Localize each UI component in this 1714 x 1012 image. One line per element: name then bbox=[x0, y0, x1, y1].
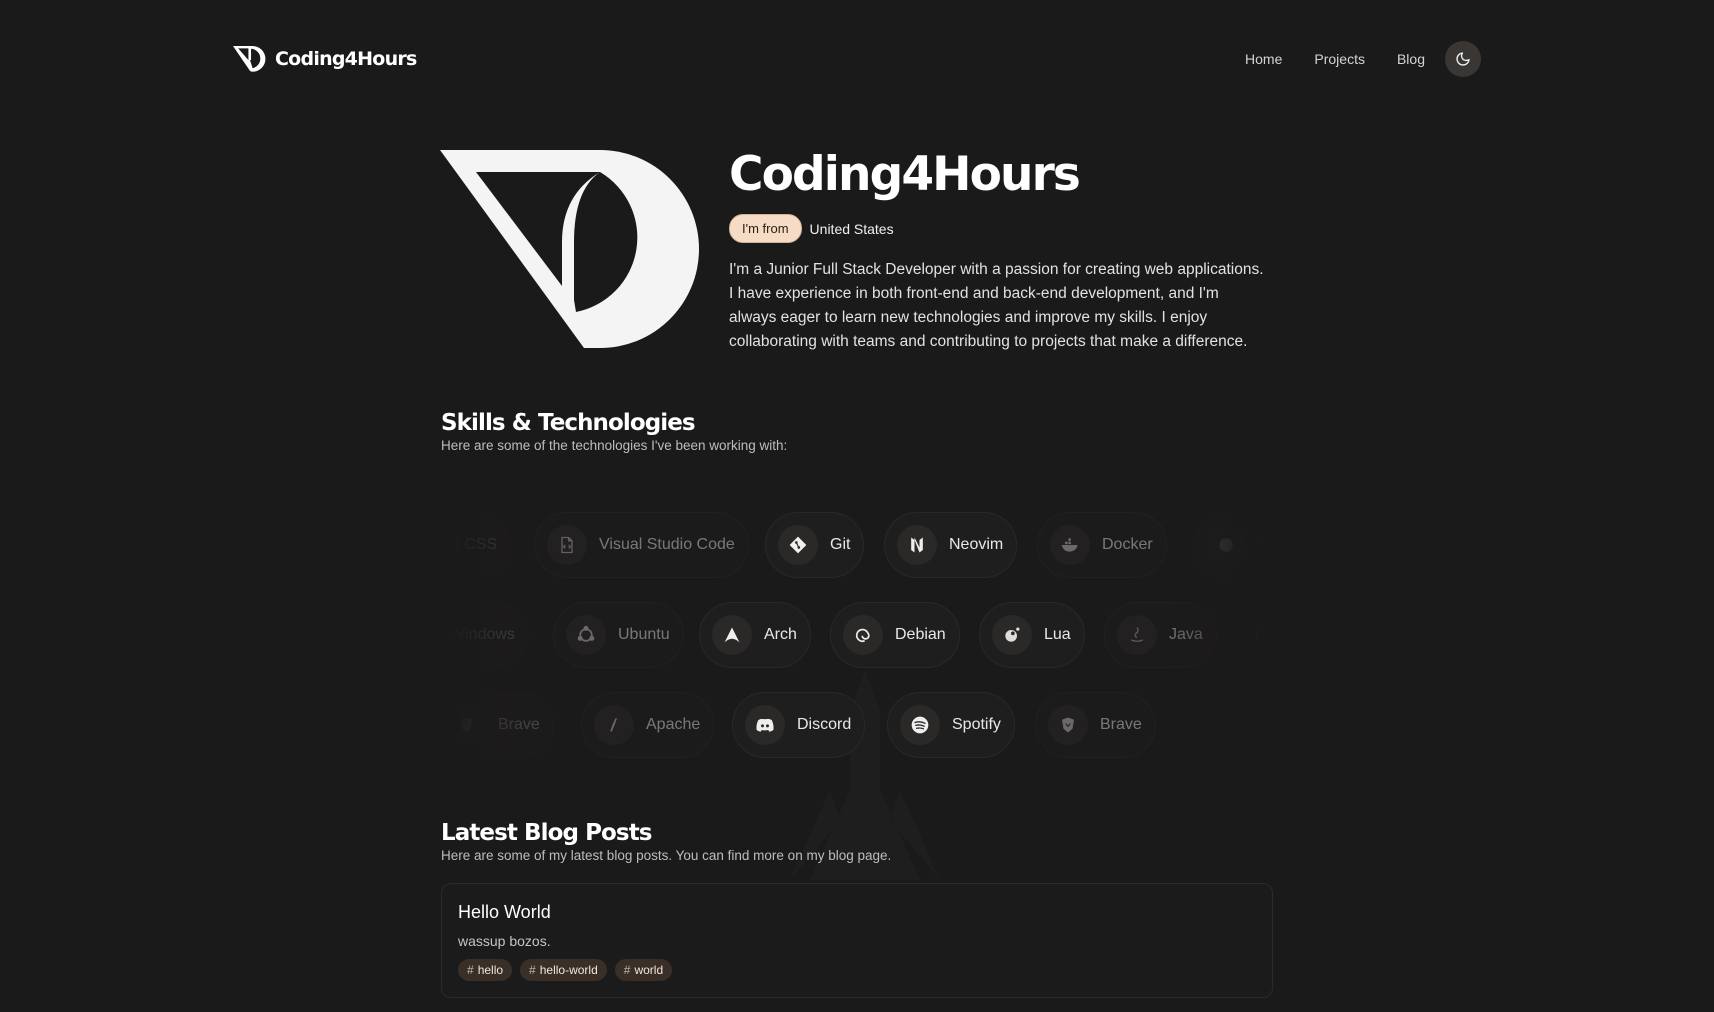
java-icon bbox=[1117, 615, 1157, 655]
skill-label: F bbox=[1258, 536, 1268, 553]
theme-toggle-button[interactable] bbox=[1445, 41, 1481, 77]
skill-pill: Apache bbox=[581, 692, 715, 758]
skill-label: Java bbox=[1169, 626, 1203, 643]
moon-icon bbox=[1456, 52, 1470, 66]
hash-icon: # bbox=[467, 963, 474, 977]
skills-row: Brave Apache Discord Spotify Brave bbox=[441, 692, 1273, 758]
skills-subtitle: Here are some of the technologies I've b… bbox=[441, 438, 788, 453]
skills-row: nd CSS Visual Studio Code Git Neovim Doc… bbox=[441, 512, 1273, 578]
origin-badge: I'm from bbox=[729, 214, 802, 243]
skill-pill: Docker bbox=[1037, 512, 1167, 578]
skill-pill: Brave bbox=[441, 692, 554, 758]
skill-pill: Debian bbox=[830, 602, 960, 668]
skill-label: Ubuntu bbox=[618, 626, 670, 643]
brand-name: Coding4Hours bbox=[275, 48, 417, 70]
skill-label: Spotify bbox=[952, 716, 1001, 733]
skill-pill: Discord bbox=[732, 692, 866, 758]
skills-row: Windows Ubuntu Arch Debian Lua Java r bbox=[441, 602, 1273, 668]
brave-icon bbox=[446, 705, 486, 745]
skill-label: r bbox=[1255, 626, 1261, 643]
brave-icon bbox=[1048, 705, 1088, 745]
brand[interactable]: Coding4Hours bbox=[233, 45, 417, 73]
skill-label: Debian bbox=[895, 626, 946, 643]
skill-pill: nd CSS bbox=[441, 512, 512, 578]
post-tag[interactable]: # hello-world bbox=[520, 959, 607, 981]
nav-link-projects[interactable]: Projects bbox=[1314, 51, 1365, 67]
lua-icon bbox=[992, 615, 1032, 655]
skill-pill: Windows bbox=[441, 602, 529, 668]
tag-label: hello-world bbox=[539, 963, 598, 977]
skill-label: Neovim bbox=[949, 536, 1004, 553]
skill-label: Windows bbox=[450, 626, 515, 643]
skill-pill: Ubuntu bbox=[553, 602, 684, 668]
hash-icon: # bbox=[623, 963, 631, 977]
post-title: Hello World bbox=[458, 902, 551, 922]
skill-pill: F bbox=[1193, 512, 1273, 578]
blog-title: Latest Blog Posts bbox=[441, 820, 652, 846]
apache-icon bbox=[594, 705, 634, 745]
skill-pill: Java bbox=[1104, 602, 1217, 668]
skill-pill: Git bbox=[765, 512, 865, 578]
brand-logo-icon bbox=[233, 46, 266, 72]
git-icon bbox=[778, 525, 818, 565]
skill-pill: Arch bbox=[699, 602, 811, 668]
hero-title: Coding4Hours bbox=[729, 147, 1081, 202]
skill-pill: Neovim bbox=[884, 512, 1018, 578]
nav-link-home[interactable]: Home bbox=[1245, 51, 1282, 67]
skill-pill: Brave bbox=[1035, 692, 1156, 758]
debian-icon bbox=[843, 615, 883, 655]
blog-post-card[interactable]: Hello World wassup bozos. # hello # hello-… bbox=[441, 883, 1273, 998]
skills-title: Skills & Technologies bbox=[441, 410, 696, 436]
skill-pill: r bbox=[1246, 602, 1273, 668]
arch-icon bbox=[712, 615, 752, 655]
ubuntu-icon bbox=[566, 615, 606, 655]
post-tag[interactable]: # world bbox=[614, 959, 673, 981]
origin-country: United States bbox=[809, 220, 894, 237]
blog-subtitle: Here are some of my latest blog posts. Y… bbox=[441, 848, 892, 863]
spotify-icon bbox=[900, 705, 940, 745]
skill-label: Visual Studio Code bbox=[599, 536, 735, 553]
skill-label: Brave bbox=[1100, 716, 1142, 733]
vscode-icon bbox=[547, 525, 587, 565]
skill-label: Docker bbox=[1102, 536, 1153, 553]
skill-pill: Spotify bbox=[887, 692, 1015, 758]
skill-label: nd CSS bbox=[442, 536, 498, 553]
skill-label: Git bbox=[830, 536, 851, 553]
post-tag[interactable]: # hello bbox=[458, 959, 513, 981]
skills-marquee: nd CSS Visual Studio Code Git Neovim Doc… bbox=[441, 500, 1273, 770]
skill-pill: Visual Studio Code bbox=[534, 512, 749, 578]
hero-logo-icon bbox=[440, 150, 699, 348]
skill-label: Brave bbox=[498, 716, 540, 733]
hero-description: I'm a Junior Full Stack Developer with a… bbox=[729, 261, 1264, 350]
hash-icon: # bbox=[529, 963, 536, 977]
neovim-icon bbox=[897, 525, 937, 565]
skill-label: Lua bbox=[1044, 626, 1071, 643]
top-nav: Coding4Hours Home Projects Blog bbox=[233, 40, 1481, 78]
nav-link-blog[interactable]: Blog bbox=[1397, 51, 1425, 67]
docker-icon bbox=[1050, 525, 1090, 565]
discord-icon bbox=[745, 705, 785, 745]
skill-label: Arch bbox=[764, 626, 797, 643]
skill-label: Discord bbox=[797, 716, 852, 733]
skill-pill: Lua bbox=[979, 602, 1085, 668]
skill-label: Apache bbox=[646, 716, 701, 733]
tag-label: world bbox=[634, 963, 664, 977]
post-description: wassup bozos. bbox=[458, 933, 551, 949]
feather-icon bbox=[1206, 525, 1246, 565]
tag-label: hello bbox=[477, 963, 504, 977]
